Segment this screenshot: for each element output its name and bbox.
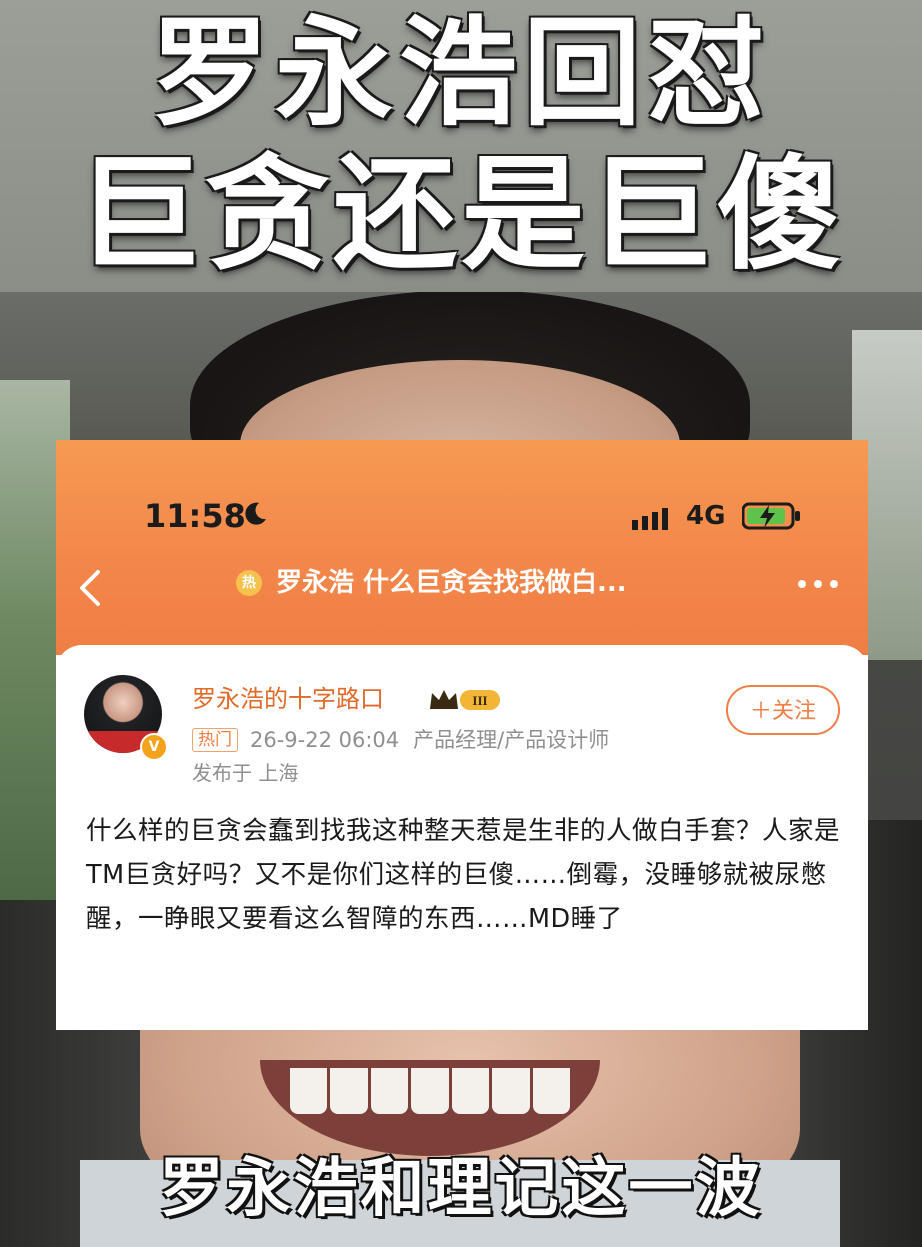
nav-title-text: 罗永浩 什么巨贪会找我做白... <box>276 568 627 598</box>
phone-header: 11:58 4G 热 罗永浩 什么巨贪会找我做白... <box>56 440 868 655</box>
follow-button[interactable]: ＋关注 <box>726 685 840 735</box>
phone-screenshot: 11:58 4G 热 罗永浩 什么巨贪会找我做白... V 罗永浩的十字路口 I… <box>56 440 868 1030</box>
hot-tag: 热门 <box>192 728 238 752</box>
verified-badge-icon: V <box>140 733 168 761</box>
overlay-title-line2: 巨贪还是巨傻 <box>76 142 845 287</box>
more-dots-icon[interactable] <box>794 574 842 594</box>
status-bar: 11:58 4G <box>56 492 868 540</box>
nav-bar: 热 罗永浩 什么巨贪会找我做白... <box>56 558 868 614</box>
network-type: 4G <box>686 501 726 531</box>
status-time: 11:58 <box>144 497 246 535</box>
person-teeth <box>290 1068 570 1114</box>
hot-badge-icon: 热 <box>236 570 262 596</box>
battery-charging-icon <box>742 502 800 530</box>
moon-icon <box>245 502 266 525</box>
back-chevron-icon[interactable] <box>76 568 102 608</box>
post-text: 什么样的巨贪会蠢到找我这种整天惹是生非的人做白手套？人家是TM巨贪好吗？又不是你… <box>86 816 841 934</box>
level-badge-text: III <box>472 693 487 708</box>
post-meta: 热门 26-9-22 06:04 产品经理/产品设计师 <box>192 725 609 755</box>
post-card: V 罗永浩的十字路口 III ＋关注 热门 26-9-22 06:04 产品经理/产… <box>56 645 868 1030</box>
author-profession: 产品经理/产品设计师 <box>413 728 610 752</box>
crown-level-icon: III <box>430 690 500 710</box>
post-location: 发布于 上海 <box>192 761 299 785</box>
overlay-caption: 罗永浩和理记这一波 <box>159 1151 763 1226</box>
overlay-title-line1: 罗永浩回怼 <box>150 3 771 142</box>
author-name[interactable]: 罗永浩的十字路口 <box>192 683 384 715</box>
signal-icon <box>632 508 668 530</box>
post-datetime: 26-9-22 06:04 <box>250 728 400 752</box>
